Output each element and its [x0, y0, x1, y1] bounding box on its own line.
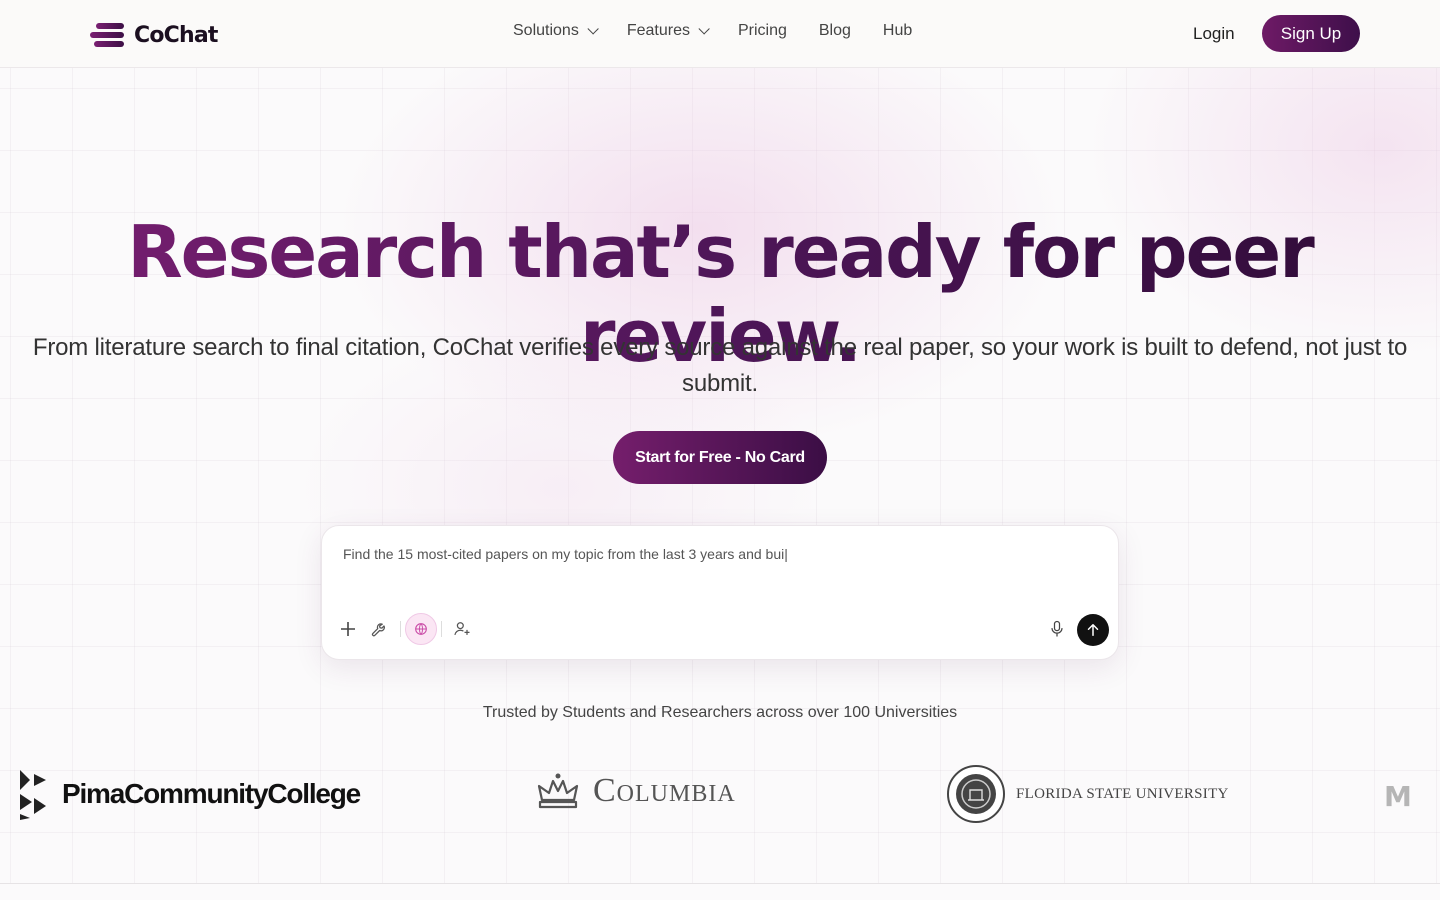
- nav-features[interactable]: Features: [626, 22, 710, 40]
- send-arrow-icon[interactable]: [1077, 614, 1109, 646]
- plus-icon[interactable]: [334, 615, 362, 643]
- chat-prompt-input[interactable]: [343, 542, 1083, 566]
- login-link[interactable]: Login: [1193, 24, 1235, 44]
- nav-features-label: Features: [626, 22, 690, 39]
- columbia-logo-text: Columbia: [593, 772, 736, 809]
- crown-icon: [537, 773, 579, 809]
- nav-blog[interactable]: Blog: [819, 22, 851, 40]
- toolbar-divider: [400, 621, 401, 637]
- add-user-icon[interactable]: [448, 615, 476, 643]
- section-divider: [0, 883, 1440, 884]
- start-free-button[interactable]: Start for Free - No Card: [613, 431, 827, 484]
- nav-pricing[interactable]: Pricing: [738, 22, 787, 40]
- chevron-down-icon: [587, 23, 599, 35]
- globe-icon[interactable]: [405, 613, 437, 645]
- fsu-logo: FLORIDA STATE UNIVERSITY: [946, 764, 1229, 824]
- fsu-logo-text: FLORIDA STATE UNIVERSITY: [1016, 785, 1229, 802]
- top-navbar: CoChat Solutions Features Pricing Blog H…: [0, 0, 1440, 68]
- pima-logo: PimaCommunityCollege: [16, 768, 361, 820]
- nav-hub[interactable]: Hub: [883, 22, 912, 40]
- microphone-icon[interactable]: [1043, 615, 1071, 643]
- pima-logo-text: PimaCommunityCollege: [62, 778, 361, 809]
- nav-links: Solutions Features Pricing Blog Hub: [513, 22, 912, 40]
- signup-button[interactable]: Sign Up: [1262, 15, 1360, 52]
- columbia-logo: Columbia: [537, 772, 736, 810]
- chat-composer: [321, 525, 1119, 660]
- fsu-seal-icon: [947, 765, 1005, 823]
- hero-subtitle: From literature search to final citation…: [32, 334, 1408, 397]
- wrench-icon[interactable]: [366, 615, 394, 643]
- nav-solutions-label: Solutions: [513, 22, 579, 39]
- toolbar-divider: [441, 621, 442, 637]
- cochat-logo-icon: [90, 22, 126, 48]
- nav-solutions[interactable]: Solutions: [513, 22, 599, 40]
- pima-emblem-icon: [20, 770, 46, 820]
- michigan-logo: M: [1384, 780, 1412, 813]
- university-logos: PimaCommunityCollege Columbia FLORIDA ST…: [0, 760, 1440, 830]
- trusted-text: Trusted by Students and Researchers acro…: [482, 704, 958, 721]
- chevron-down-icon: [698, 23, 710, 35]
- brand-name: CoChat: [134, 22, 218, 48]
- brand-logo[interactable]: CoChat: [90, 21, 218, 49]
